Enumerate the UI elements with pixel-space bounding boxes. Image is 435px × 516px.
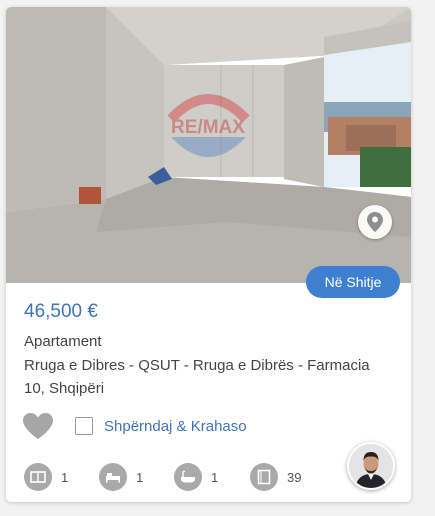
share-compare-link[interactable]: Shpërndaj & Krahaso	[104, 418, 247, 435]
feature-bedrooms: 1	[99, 463, 143, 491]
feature-area: 39	[250, 463, 301, 491]
area-icon	[250, 463, 278, 491]
bathrooms-count: 1	[211, 469, 219, 485]
property-type: Apartament	[24, 333, 102, 350]
price: 46,500 €	[24, 301, 98, 322]
map-pin-icon	[367, 212, 383, 232]
status-badge[interactable]: Në Shitje	[306, 266, 400, 298]
bedroom-icon	[99, 463, 127, 491]
listing-card[interactable]: RE/MAX Në Shitje 46,500 € Apartament Rru…	[6, 7, 411, 502]
rooms-icon	[24, 463, 52, 491]
rooms-count: 1	[61, 469, 69, 485]
address: Rruga e Dibres - QSUT - Rruga e Dibrës -…	[24, 357, 370, 397]
favorite-heart-icon[interactable]	[22, 412, 54, 440]
property-photo[interactable]: RE/MAX	[6, 7, 411, 283]
feature-rooms: 1	[24, 463, 68, 491]
compare-checkbox[interactable]	[75, 417, 93, 435]
watermark-text: RE/MAX	[171, 117, 245, 138]
bathroom-icon	[174, 463, 202, 491]
map-pin-button[interactable]	[358, 205, 392, 239]
agent-avatar[interactable]	[347, 442, 395, 490]
area-value: 39	[287, 469, 302, 485]
feature-bathrooms: 1	[174, 463, 218, 491]
bedrooms-count: 1	[136, 469, 144, 485]
